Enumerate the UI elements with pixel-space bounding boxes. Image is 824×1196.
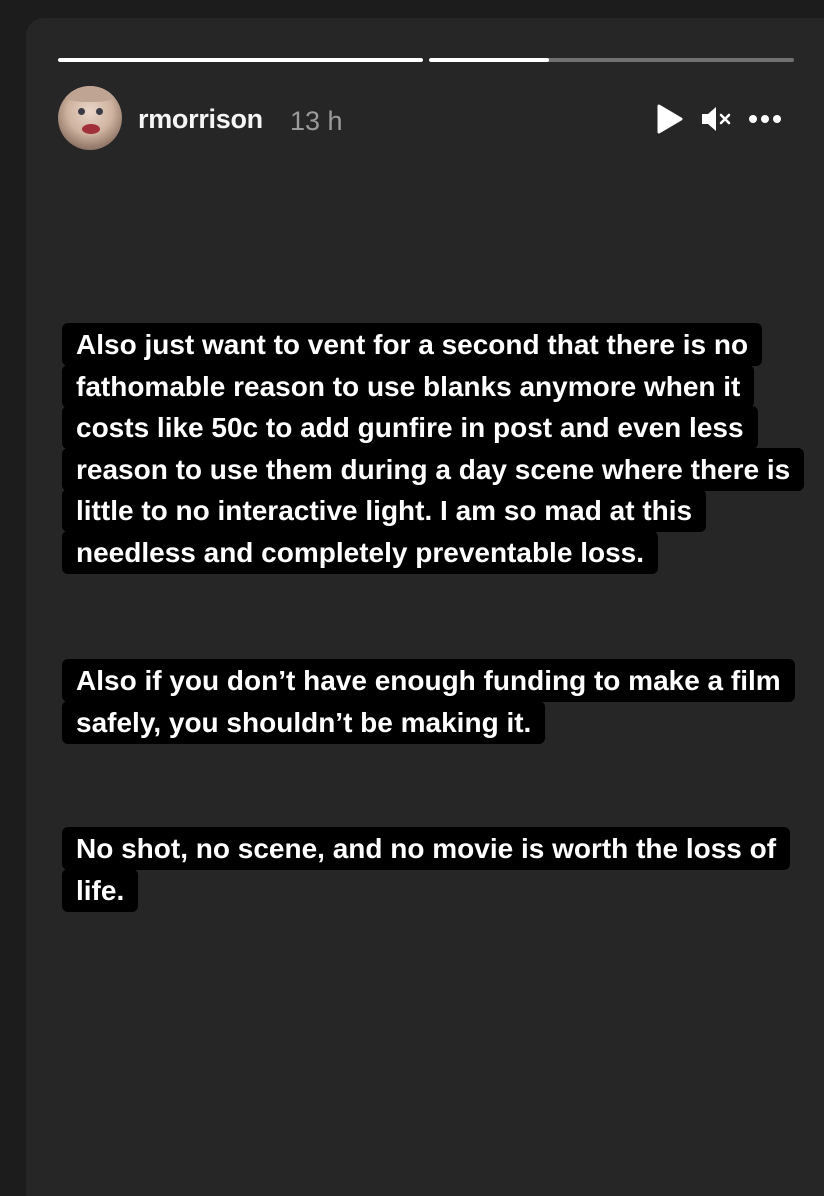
post-time: 13 h — [290, 106, 343, 136]
more-options-icon — [749, 115, 781, 123]
story-text-block-1: Also just want to vent for a second that… — [62, 323, 805, 574]
story-progress-bar — [58, 58, 794, 62]
play-button[interactable] — [652, 102, 686, 136]
story-text-1: Also just want to vent for a second that… — [62, 323, 805, 574]
more-options-button[interactable] — [748, 102, 782, 136]
progress-segment-2[interactable] — [429, 58, 794, 62]
username[interactable]: rmorrison — [138, 104, 263, 135]
story-text-block-3: No shot, no scene, and no movie is worth… — [62, 827, 802, 912]
avatar[interactable] — [58, 86, 122, 150]
story-header: rmorrison 13 h — [58, 86, 794, 150]
play-icon — [657, 104, 683, 134]
progress-fill-1 — [58, 58, 423, 62]
story-text-3: No shot, no scene, and no movie is worth… — [62, 827, 791, 912]
story-text-block-2: Also if you don’t have enough funding to… — [62, 659, 802, 744]
story-viewer: rmorrison 13 h Also just want to vent fo… — [26, 18, 824, 1196]
story-text-2: Also if you don’t have enough funding to… — [62, 659, 795, 744]
progress-fill-2 — [429, 58, 550, 62]
avatar-eye-right — [96, 108, 103, 115]
muted-speaker-icon — [702, 107, 731, 131]
avatar-mouth — [82, 124, 100, 134]
progress-segment-1[interactable] — [58, 58, 423, 62]
story-controls — [652, 102, 782, 136]
avatar-eye-left — [78, 108, 85, 115]
mute-button[interactable] — [700, 102, 734, 136]
avatar-hair — [64, 86, 116, 102]
